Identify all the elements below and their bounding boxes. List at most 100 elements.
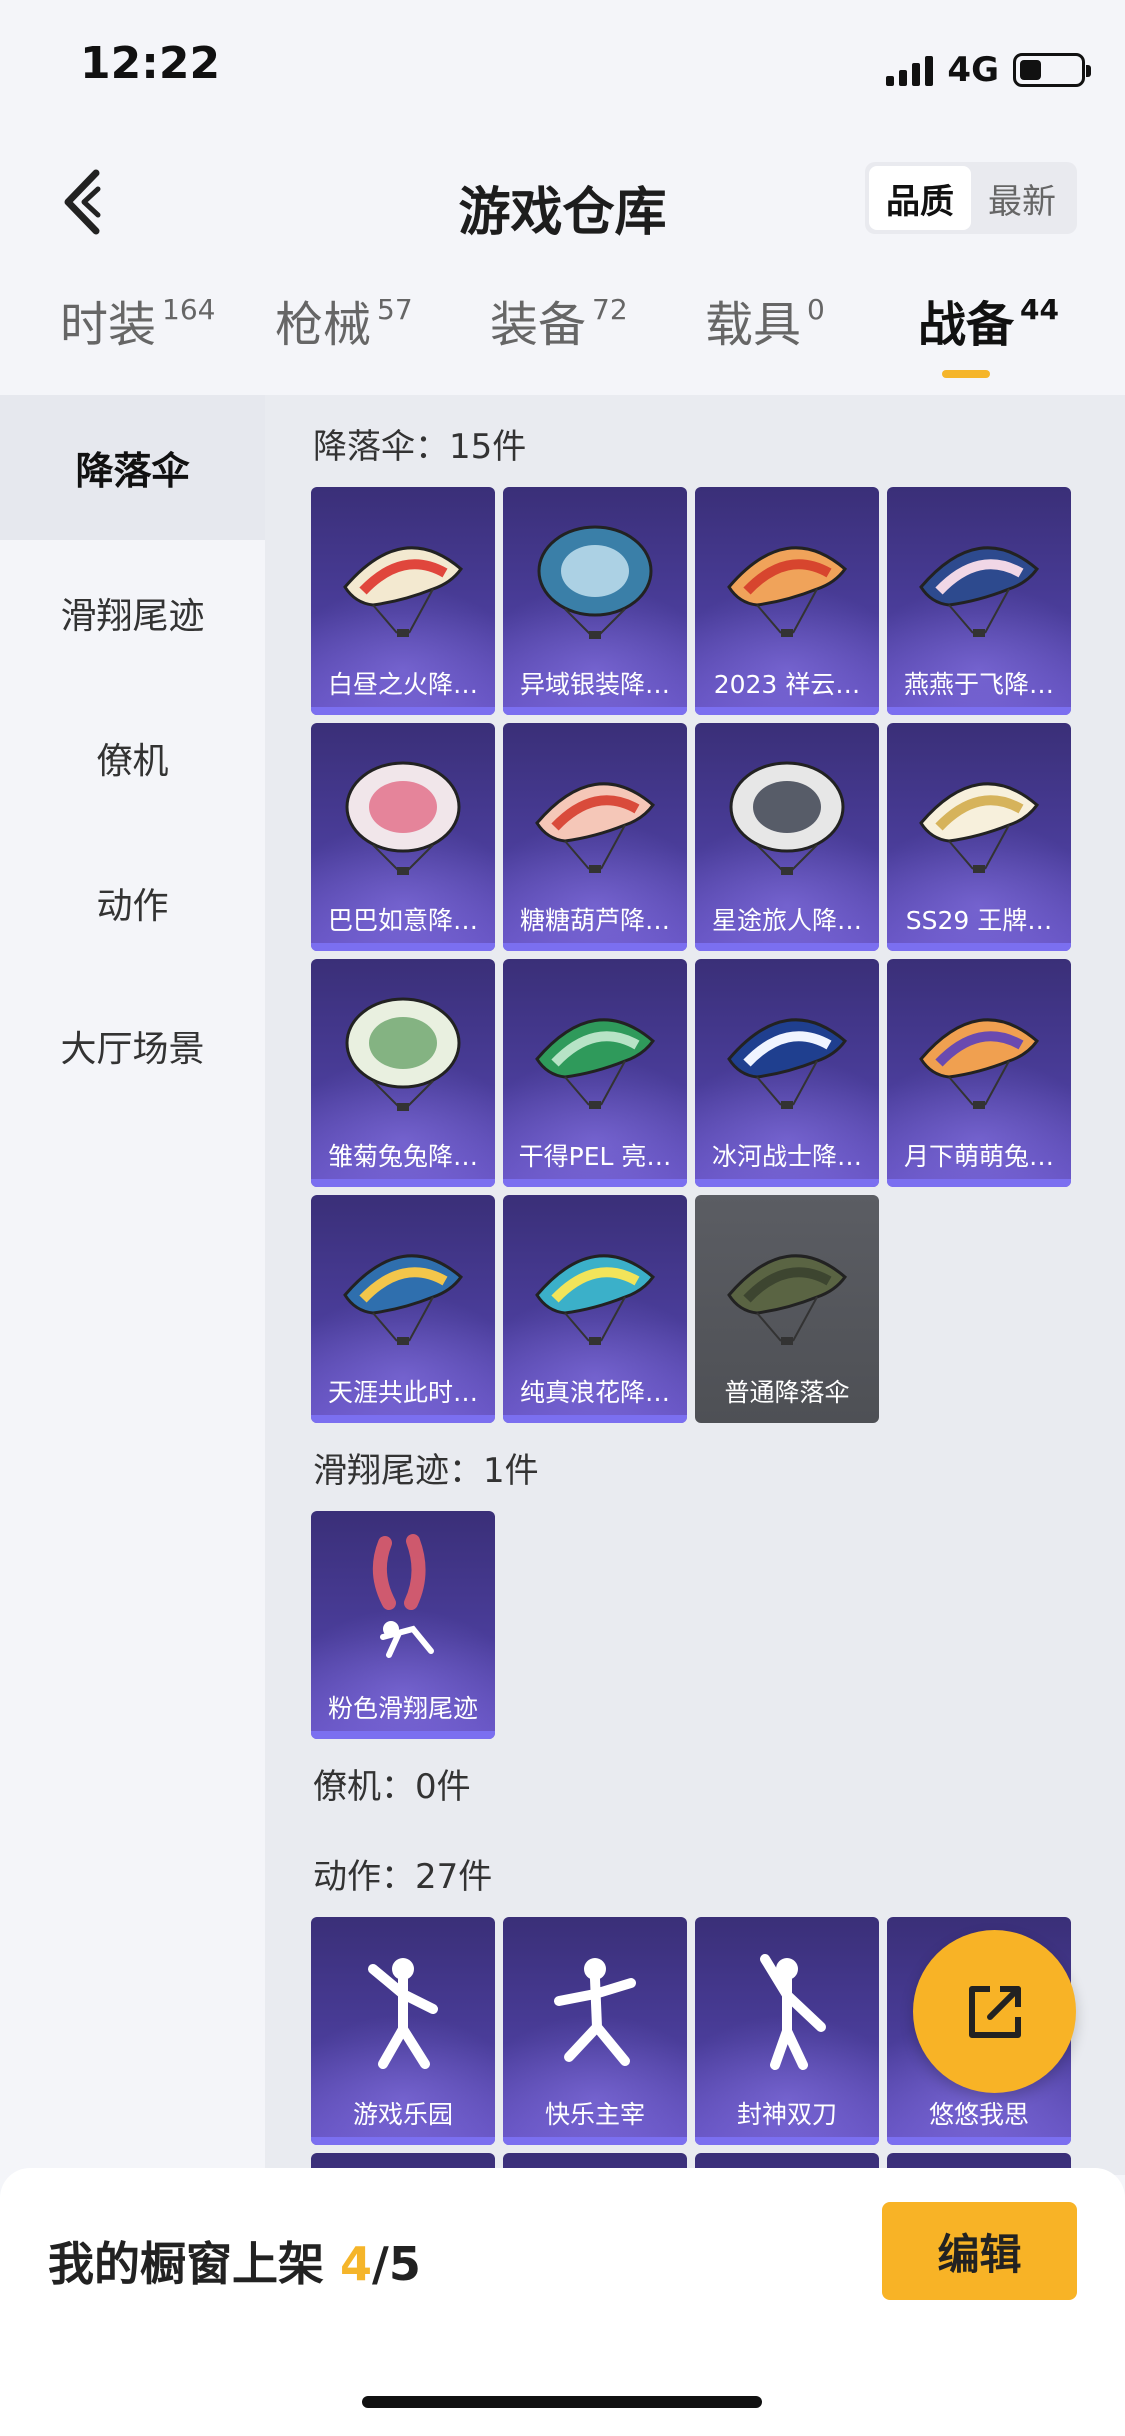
rarity-bar (887, 1179, 1071, 1187)
inventory-item-card[interactable]: 冰河战士降… (695, 959, 879, 1187)
rarity-bar (503, 707, 687, 715)
sidebar-item-parachute[interactable]: 降落伞 (0, 395, 265, 540)
rarity-bar (503, 1179, 687, 1187)
rarity-bar (887, 2137, 1071, 2145)
tab-label: 枪械 (275, 297, 372, 353)
rarity-bar (695, 943, 879, 951)
inventory-item-card[interactable]: 干得PEL 亮… (503, 959, 687, 1187)
inventory-item-card[interactable]: 2023 祥云… (695, 487, 879, 715)
tab-count: 44 (1020, 293, 1059, 326)
tab-fashion[interactable]: 时装 164 (60, 285, 215, 355)
network-type: 4G (947, 50, 999, 90)
tab-count: 0 (807, 293, 825, 326)
bottom-bar: 我的橱窗上架 4/5 编辑 (0, 2168, 1125, 2436)
tab-weapons[interactable]: 枪械 57 (275, 285, 413, 355)
inventory-item-card[interactable]: 燕燕于飞降… (887, 487, 1071, 715)
item-name: 2023 祥云… (713, 670, 861, 699)
share-icon (968, 1985, 1021, 2038)
rarity-bar (503, 1415, 687, 1423)
rarity-bar (311, 1731, 495, 1739)
item-name: 天涯共此时… (327, 1378, 478, 1407)
rarity-bar (695, 2137, 879, 2145)
inventory-item-card[interactable]: SS29 王牌… (887, 723, 1071, 951)
inventory-item-card[interactable]: 巴巴如意降… (311, 723, 495, 951)
rarity-bar (503, 943, 687, 951)
showcase-count: 我的橱窗上架 4/5 (48, 2228, 421, 2294)
item-name: 快乐主宰 (544, 2100, 645, 2129)
parachute-art (343, 546, 464, 637)
rarity-bar (887, 943, 1071, 951)
tab-equipment[interactable]: 装备 72 (490, 285, 628, 355)
tab-label: 时装 (60, 297, 157, 353)
parachute-art (535, 1018, 656, 1109)
parachute-art (345, 997, 461, 1111)
parachute-art (919, 1018, 1040, 1109)
tab-label: 装备 (490, 297, 587, 353)
home-indicator[interactable] (362, 2396, 762, 2408)
section-title-wingman: 僚机：0件 (313, 1767, 471, 1807)
section-title-trail: 滑翔尾迹：1件 (313, 1451, 539, 1491)
edit-button[interactable]: 编辑 (882, 2202, 1077, 2300)
inventory-item-card[interactable]: 粉色滑翔尾迹 (311, 1511, 495, 1739)
status-icons: 4G (886, 50, 1091, 90)
inventory-item-card[interactable]: 天涯共此时… (311, 1195, 495, 1423)
sort-toggle: 品质 最新 (865, 162, 1077, 234)
inventory-item-card[interactable]: 异域银装降… (503, 487, 687, 715)
section-title-parachute: 降落伞：15件 (313, 427, 527, 467)
item-name: 巴巴如意降… (327, 906, 478, 935)
item-name: 游戏乐园 (352, 2100, 453, 2129)
inventory-item-card[interactable]: 纯真浪花降… (503, 1195, 687, 1423)
trail-art (372, 1534, 434, 1658)
share-button[interactable] (913, 1930, 1076, 2093)
showcase-total: /5 (372, 2237, 421, 2291)
item-name: 粉色滑翔尾迹 (327, 1694, 478, 1723)
parachute-art (727, 1254, 848, 1345)
item-name: 封神双刀 (736, 2100, 837, 2129)
sort-newest-button[interactable]: 最新 (971, 166, 1073, 230)
inventory-item-card[interactable]: 白昼之火降… (311, 487, 495, 715)
inventory-item-card[interactable]: 糖糖葫芦降… (503, 723, 687, 951)
item-name: 星途旅人降… (711, 906, 862, 935)
tab-vehicles[interactable]: 载具 0 (705, 285, 825, 355)
inventory-item-card[interactable]: 普通降落伞 (695, 1195, 879, 1423)
rarity-bar (503, 2137, 687, 2145)
tab-label: 载具 (705, 297, 802, 353)
rarity-bar (887, 707, 1071, 715)
inventory-item-card[interactable]: 封神双刀 (695, 1917, 879, 2145)
parachute-art (727, 546, 848, 637)
category-tabs: 时装 164 枪械 57 装备 72 载具 0 战备 44 (0, 285, 1125, 395)
parachute-art (919, 782, 1040, 873)
inventory-item-card[interactable]: 快乐主宰 (503, 1917, 687, 2145)
inventory-item-card[interactable]: 星途旅人降… (695, 723, 879, 951)
status-bar: 12:22 4G (0, 0, 1125, 130)
parachute-art (919, 546, 1040, 637)
parachute-grid: 白昼之火降… 异域银装降… 2023 祥云… 燕燕于飞降… 巴巴如意降… 糖糖葫… (311, 487, 1071, 1423)
status-time: 12:22 (80, 38, 221, 89)
sidebar-item-lobby-scene[interactable]: 大厅场景 (0, 973, 265, 1118)
header: 游戏仓库 品质 最新 (0, 130, 1125, 270)
item-name: 冰河战士降… (711, 1142, 862, 1171)
parachute-art (345, 761, 461, 875)
inventory-item-card[interactable]: 月下萌萌兔… (887, 959, 1071, 1187)
item-name: 糖糖葫芦降… (519, 906, 670, 935)
inventory-item-card[interactable]: 雏菊兔兔降… (311, 959, 495, 1187)
item-name: 雏菊兔兔降… (327, 1142, 478, 1171)
rarity-bar (311, 1179, 495, 1187)
sidebar-item-emote[interactable]: 动作 (0, 830, 265, 975)
item-name: 燕燕于飞降… (903, 670, 1054, 699)
section-title-emote: 动作：27件 (313, 1857, 493, 1897)
sort-quality-button[interactable]: 品质 (869, 166, 971, 230)
emote-art (554, 1958, 636, 2066)
sidebar-item-wingman[interactable]: 僚机 (0, 685, 265, 830)
sidebar-item-trail[interactable]: 滑翔尾迹 (0, 540, 265, 685)
tab-war-gear[interactable]: 战备 44 (918, 285, 1059, 355)
inventory-item-card[interactable]: 游戏乐园 (311, 1917, 495, 2145)
showcase-label: 我的橱窗上架 (48, 2237, 341, 2291)
parachute-art (343, 1254, 464, 1345)
sidebar: 降落伞 滑翔尾迹 僚机 动作 大厅场景 (0, 395, 265, 2175)
showcase-current: 4 (340, 2237, 373, 2291)
item-name: SS29 王牌… (905, 906, 1053, 935)
parachute-art (535, 1254, 656, 1345)
tab-count: 72 (592, 293, 628, 326)
rarity-bar (311, 1415, 495, 1423)
